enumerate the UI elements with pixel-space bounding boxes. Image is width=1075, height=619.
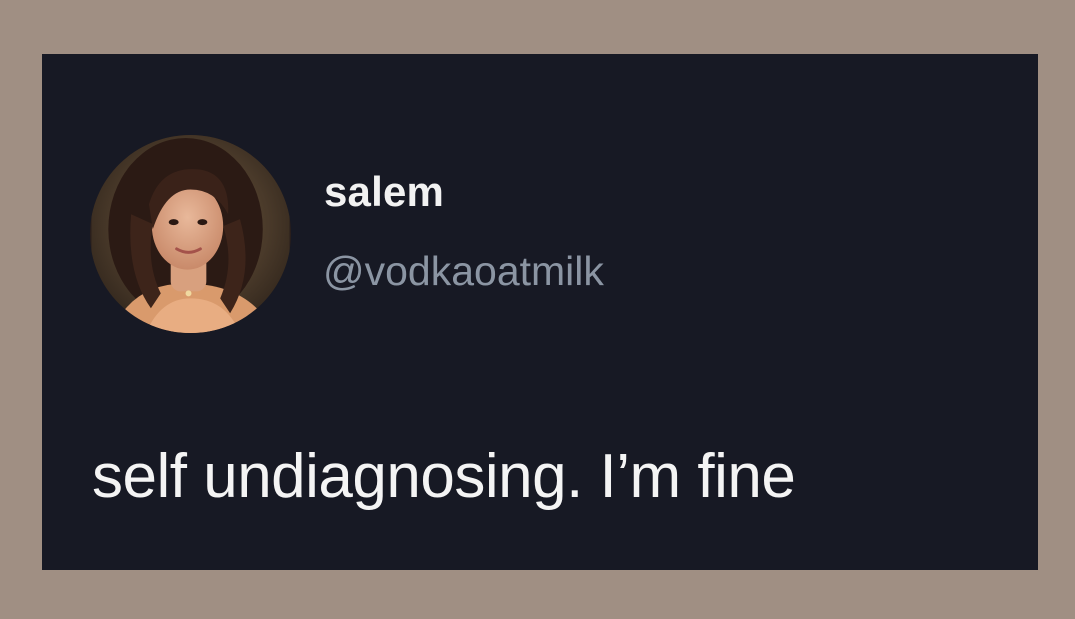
avatar[interactable] — [90, 135, 291, 333]
tweet-card: salem @vodkaoatmilk self undiagnosing. I… — [42, 54, 1038, 570]
profile-photo-icon — [91, 135, 290, 333]
display-name[interactable]: salem — [324, 171, 444, 213]
tweet-text: self undiagnosing. I’m fine — [92, 442, 796, 511]
user-handle[interactable]: @vodkaoatmilk — [323, 251, 604, 292]
